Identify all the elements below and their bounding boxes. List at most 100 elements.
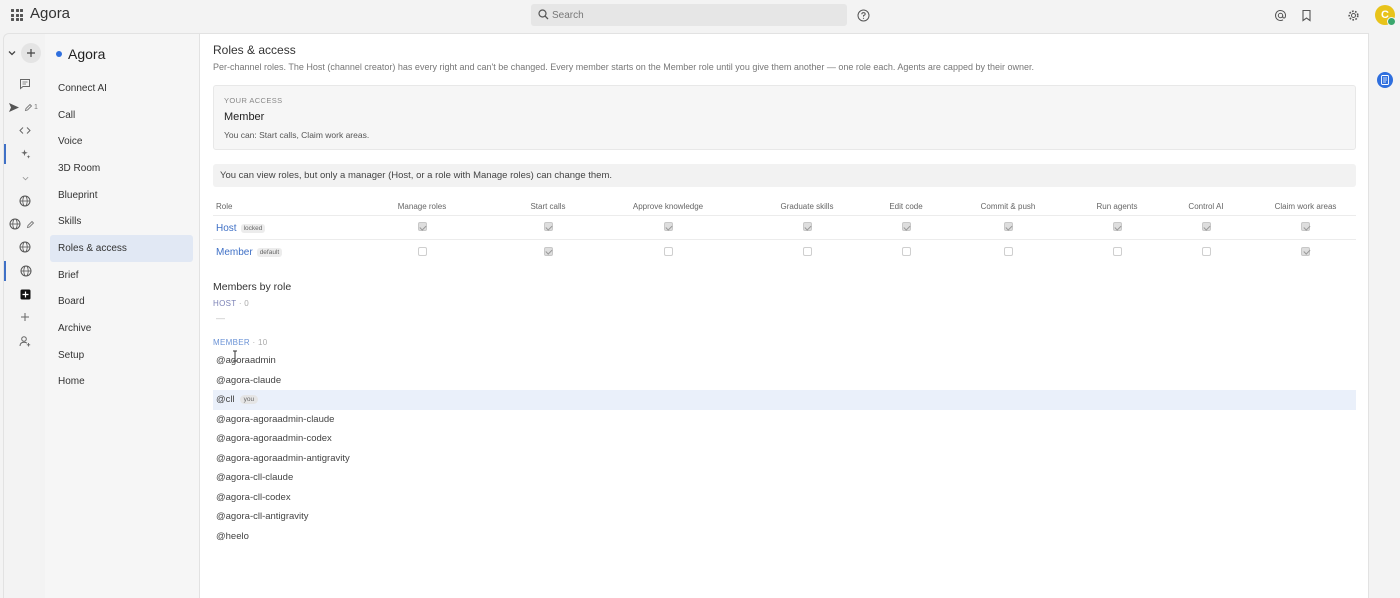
code-icon — [19, 126, 31, 134]
nav-skills[interactable]: Skills — [50, 208, 193, 235]
nav-roles-access[interactable]: Roles & access — [50, 235, 193, 262]
main-content: Roles & access Per-channel roles. The Ho… — [199, 33, 1369, 598]
permission-checkbox[interactable] — [543, 246, 553, 256]
permission-checkbox[interactable] — [663, 222, 673, 232]
member-handle: @agora-cll-antigravity — [216, 511, 309, 523]
nav-voice[interactable]: Voice — [50, 128, 193, 155]
plus-icon — [27, 49, 35, 57]
permission-cell — [595, 214, 741, 239]
globe-icon — [19, 241, 31, 253]
nav-home[interactable]: Home — [50, 369, 193, 396]
permission-checkbox[interactable] — [1301, 222, 1310, 232]
role-tag: locked — [240, 224, 266, 233]
permission-checkbox[interactable] — [1301, 246, 1310, 256]
permission-checkbox[interactable] — [417, 246, 427, 256]
top-bar: Agora C — [0, 0, 1400, 30]
member-item[interactable]: @heelo — [213, 527, 1356, 547]
permission-checkbox[interactable] — [1201, 246, 1211, 256]
permission-checkbox[interactable] — [663, 246, 673, 256]
permission-cell — [501, 238, 595, 263]
member-item[interactable]: @agora-claude — [213, 371, 1356, 391]
permission-cell — [1157, 214, 1255, 239]
member-item[interactable]: @agora-agoraadmin-codex — [213, 429, 1356, 449]
nav-brief[interactable]: Brief — [50, 262, 193, 289]
globe-icon — [19, 195, 31, 207]
permission-checkbox[interactable] — [1003, 222, 1013, 232]
search-icon — [538, 9, 549, 20]
rail-add[interactable] — [4, 307, 46, 327]
channel-header[interactable]: Agora — [56, 46, 105, 62]
rail-globe-1[interactable] — [4, 191, 46, 211]
page-description: Per-channel roles. The Host (channel cre… — [213, 62, 1034, 72]
rail-expand[interactable] — [4, 168, 46, 188]
column-header: Run agents — [1096, 202, 1138, 212]
role-name[interactable]: Member — [216, 247, 253, 258]
member-item[interactable]: @agoraadmin — [213, 351, 1356, 371]
permission-checkbox[interactable] — [543, 222, 553, 232]
apps-grid-icon[interactable] — [11, 9, 23, 21]
rail-globe-3[interactable] — [4, 237, 46, 257]
nav-call[interactable]: Call — [50, 102, 193, 129]
nav-board[interactable]: Board — [50, 289, 193, 316]
member-item[interactable]: @agora-cll-claude — [213, 468, 1356, 488]
member-item[interactable]: @cll you — [213, 390, 1356, 410]
nav-connect-ai[interactable]: Connect AI — [50, 75, 193, 102]
permission-checkbox[interactable] — [901, 222, 911, 232]
permission-cell — [873, 214, 939, 239]
permission-checkbox[interactable] — [417, 222, 427, 232]
permission-checkbox[interactable] — [1003, 246, 1013, 256]
avatar[interactable]: C — [1375, 5, 1396, 26]
member-handle: @agoraadmin — [216, 355, 276, 367]
your-access-permissions: You can: Start calls, Claim work areas. — [224, 130, 370, 140]
permission-cell — [741, 214, 873, 239]
at-icon[interactable] — [1272, 7, 1288, 23]
search-input[interactable] — [552, 6, 842, 24]
permission-checkbox[interactable] — [901, 246, 911, 256]
pencil-icon — [26, 220, 35, 228]
nav-archive[interactable]: Archive — [50, 315, 193, 342]
chevron-down-icon — [8, 51, 16, 56]
permission-checkbox[interactable] — [802, 246, 812, 256]
channel-status-dot — [56, 51, 62, 57]
roles-table-header: Role Manage roles Start calls Approve kn… — [213, 199, 1356, 215]
permission-checkbox[interactable] — [1112, 222, 1122, 232]
member-label: MEMBER — [213, 338, 250, 347]
role-tag: default — [256, 248, 283, 258]
permission-cell — [939, 238, 1077, 263]
permission-cell — [939, 214, 1077, 239]
help-icon[interactable] — [855, 7, 871, 23]
rail-collapse[interactable] — [4, 43, 46, 63]
new-button[interactable] — [21, 43, 41, 63]
member-handle: @agora-agoraadmin-codex — [216, 433, 332, 445]
member-handle: @agora-claude — [216, 374, 282, 386]
your-access-label: YOUR ACCESS — [224, 96, 283, 105]
rail-globe-4[interactable] — [4, 261, 46, 281]
rail-new-space[interactable] — [4, 284, 46, 304]
nav-3d-room[interactable]: 3D Room — [50, 155, 193, 182]
permission-notice: You can view roles, but only a manager (… — [213, 164, 1356, 187]
column-header: Approve knowledge — [632, 202, 704, 212]
member-item[interactable]: @agora-cll-codex — [213, 488, 1356, 508]
member-item[interactable]: @agora-agoraadmin-claude — [213, 410, 1356, 430]
bookmark-icon[interactable] — [1298, 7, 1314, 23]
role-name[interactable]: Host — [216, 223, 237, 234]
column-header: Claim work areas — [1274, 202, 1337, 212]
rail-globe-2[interactable] — [4, 214, 46, 234]
permission-checkbox[interactable] — [802, 222, 812, 232]
column-header: Role — [216, 202, 233, 212]
rail-add-user[interactable] — [4, 331, 46, 351]
text-cursor-icon — [233, 350, 237, 362]
rail-send[interactable]: 1 — [4, 97, 46, 117]
rail-sparkle[interactable] — [4, 144, 46, 164]
permission-checkbox[interactable] — [1112, 246, 1122, 256]
permission-checkbox[interactable] — [1201, 222, 1211, 232]
rail-code[interactable] — [4, 120, 46, 140]
member-item[interactable]: @agora-agoraadmin-antigravity — [213, 449, 1356, 469]
member-item[interactable]: @agora-cll-antigravity — [213, 507, 1356, 527]
nav-blueprint[interactable]: Blueprint — [50, 182, 193, 209]
search-bar[interactable] — [531, 4, 847, 26]
notes-panel-button[interactable] — [1377, 72, 1393, 88]
nav-setup[interactable]: Setup — [50, 342, 193, 369]
gear-icon[interactable] — [1345, 7, 1361, 23]
rail-chat[interactable] — [4, 74, 46, 94]
